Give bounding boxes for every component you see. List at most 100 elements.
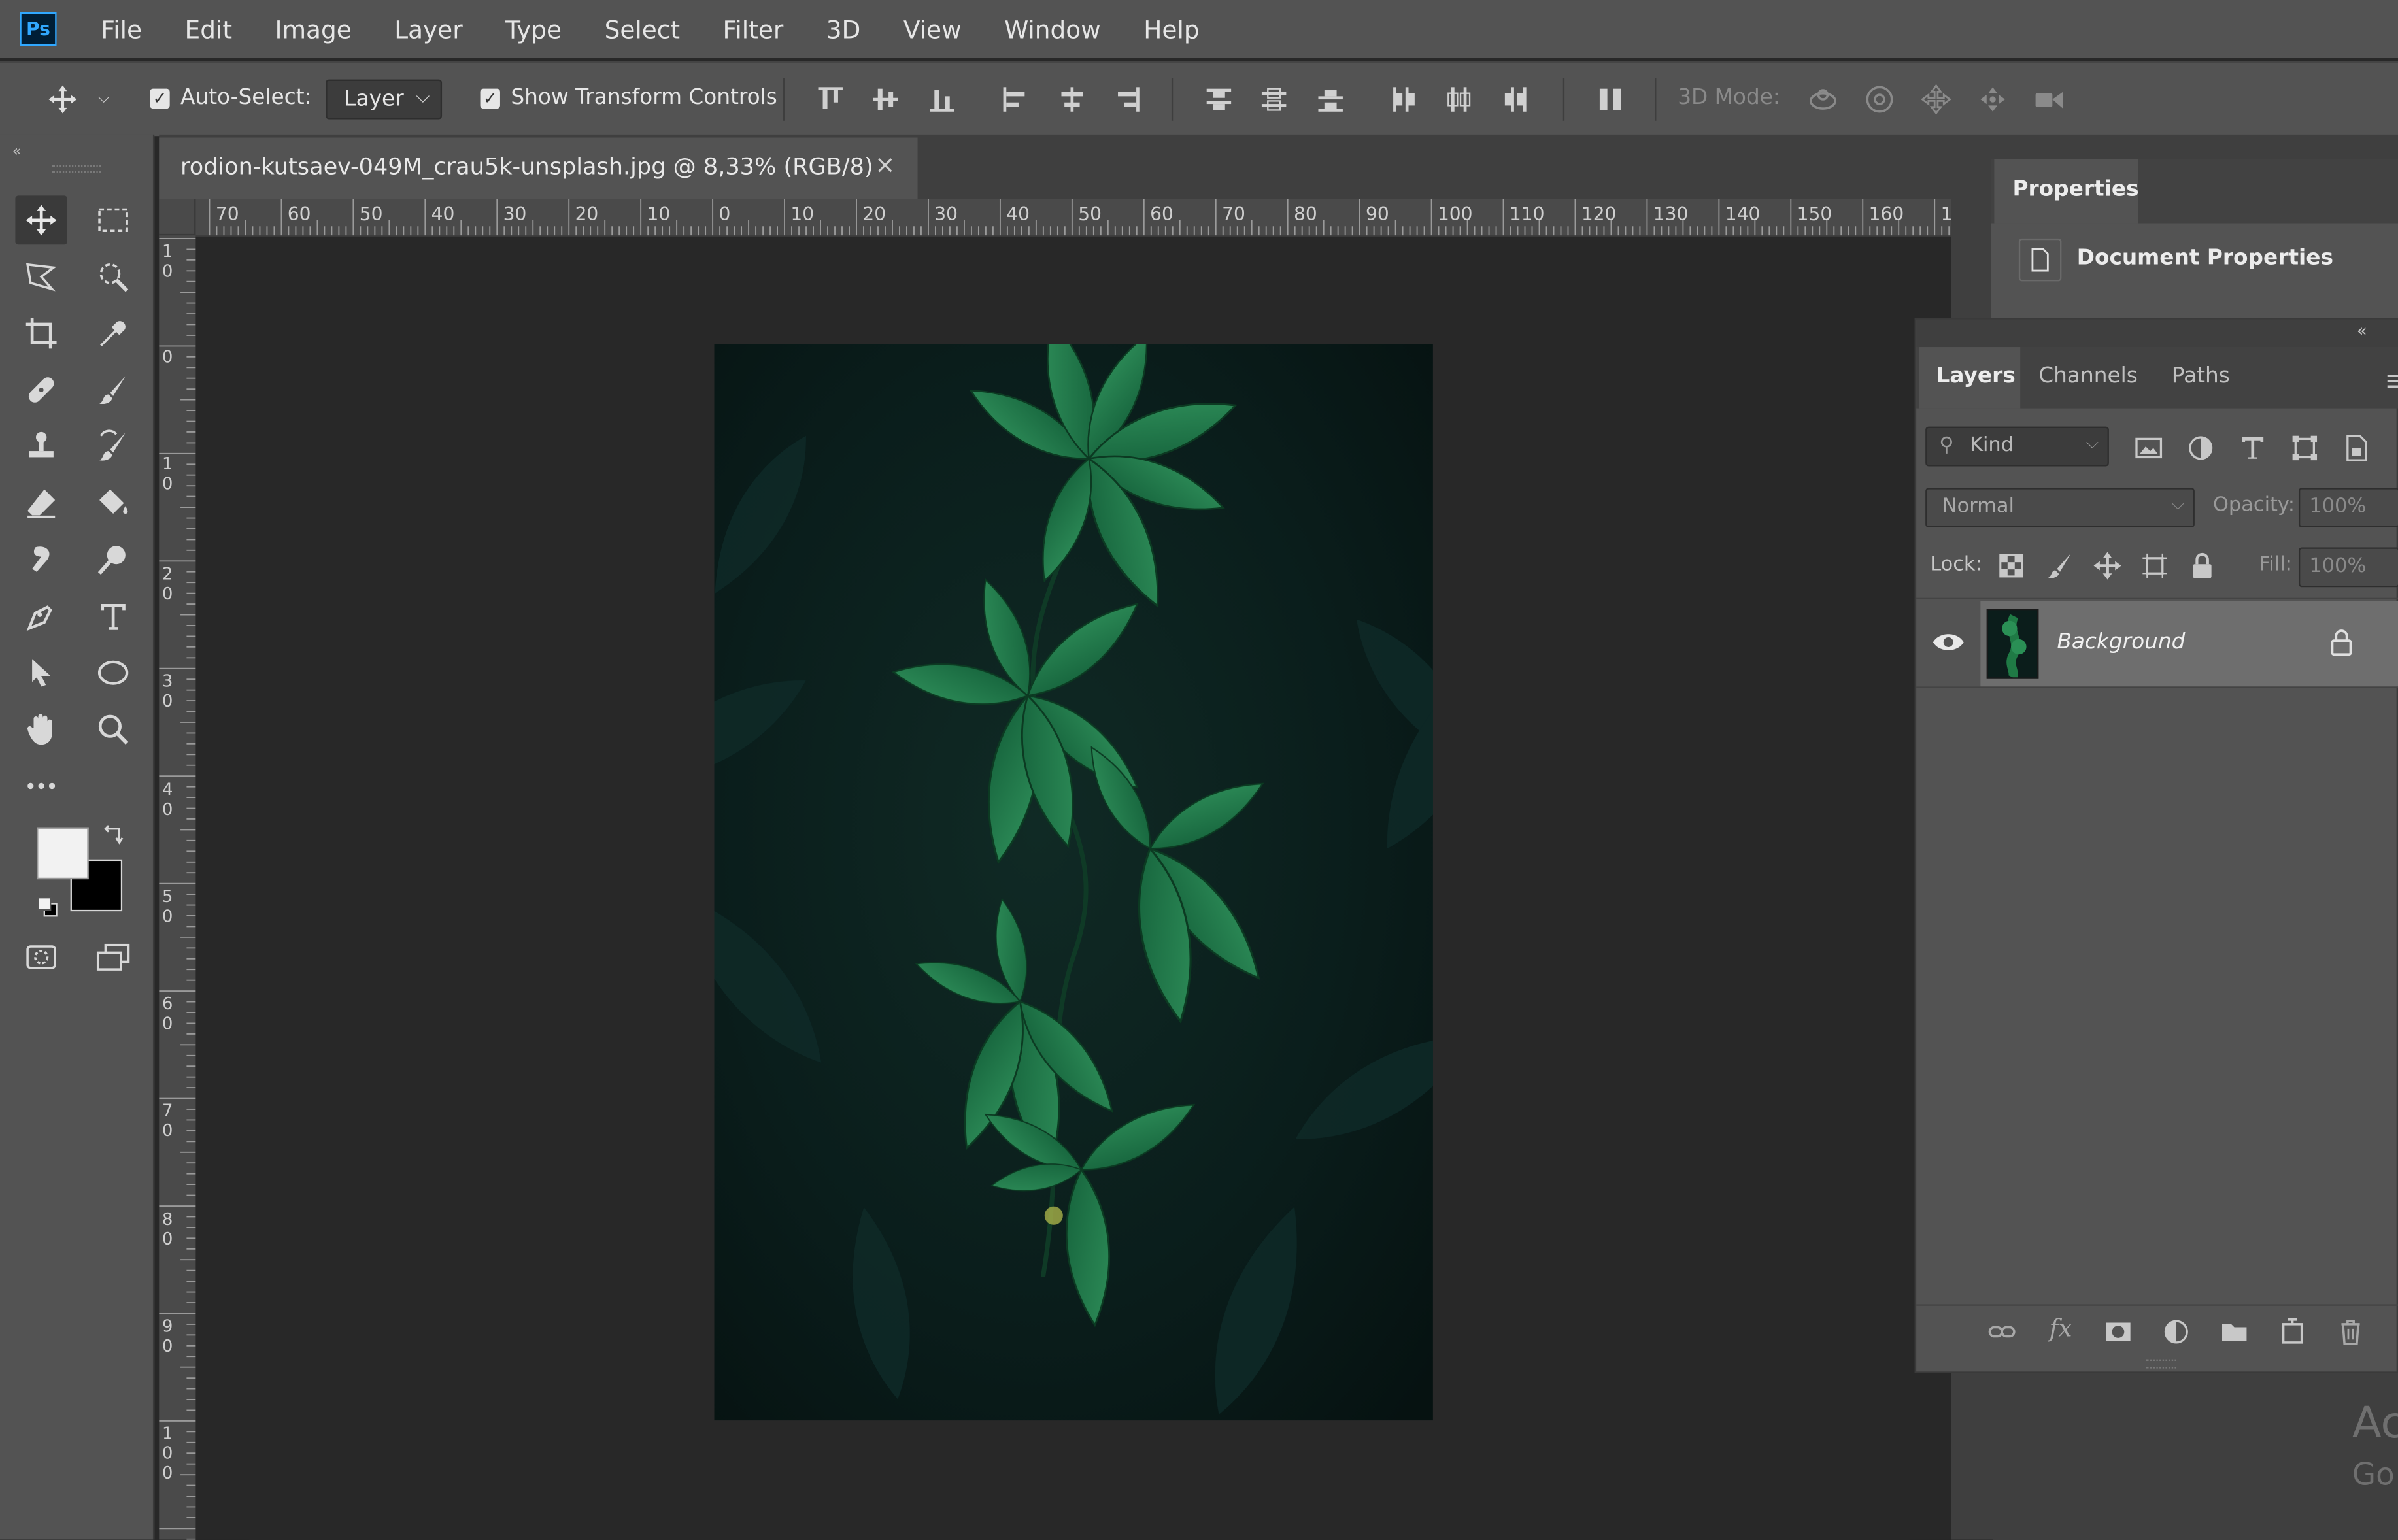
panel-menu-icon[interactable] — [2387, 365, 2398, 388]
smart-object-filter-icon[interactable] — [2341, 433, 2372, 469]
adjustment-layer-filter-icon[interactable] — [2186, 433, 2216, 469]
ruler-origin[interactable] — [159, 199, 196, 236]
new-layer-icon[interactable] — [2277, 1316, 2308, 1353]
scale-3d-camera-icon[interactable] — [2033, 82, 2066, 116]
auto-select-checkbox[interactable]: ✓ — [150, 88, 170, 109]
screen-mode-icon[interactable] — [87, 933, 139, 982]
tab-paths[interactable]: Paths — [2172, 364, 2230, 388]
move-tool-icon[interactable] — [15, 195, 67, 245]
delete-layer-trash-icon[interactable] — [2335, 1316, 2366, 1353]
document-tab[interactable]: rodion-kutsaev-049M_crau5k-unsplash.jpg … — [159, 137, 918, 199]
menu-image[interactable]: Image — [264, 14, 362, 43]
polygonal-lasso-tool-icon[interactable] — [15, 252, 67, 301]
pixel-layer-filter-icon[interactable] — [2133, 433, 2164, 469]
quick-mask-icon[interactable] — [15, 933, 67, 982]
distribute-spacing-icon[interactable] — [1594, 82, 1627, 116]
tab-channels[interactable]: Channels — [2038, 364, 2138, 388]
paint-bucket-tool-icon[interactable] — [87, 478, 139, 527]
type-tool-icon[interactable] — [87, 592, 139, 641]
distribute-horizontal-center-icon[interactable] — [1442, 82, 1476, 116]
visibility-eye-icon[interactable] — [1932, 630, 1965, 661]
new-group-folder-icon[interactable] — [2219, 1316, 2250, 1353]
menu-type[interactable]: Type — [495, 14, 573, 43]
align-right-icon[interactable] — [1110, 82, 1143, 116]
move-tool-preset-icon[interactable] — [46, 82, 79, 116]
path-selection-tool-icon[interactable] — [15, 648, 67, 697]
lock-transparent-pixels-icon[interactable] — [1996, 550, 2027, 587]
preset-chevron-down-icon[interactable]: ⌵ — [98, 90, 110, 107]
lock-position-icon[interactable] — [2092, 550, 2123, 587]
default-colors-icon[interactable] — [37, 894, 58, 917]
align-bottom-icon[interactable] — [925, 82, 958, 116]
menu-filter[interactable]: Filter — [712, 14, 794, 43]
menu-edit[interactable]: Edit — [174, 14, 243, 43]
brush-tool-icon[interactable] — [87, 365, 139, 414]
menu-view[interactable]: View — [892, 14, 972, 43]
layer-style-fx-icon[interactable]: fx — [2050, 1313, 2072, 1342]
pan-3d-icon[interactable] — [1919, 82, 1953, 116]
menu-help[interactable]: Help — [1133, 14, 1210, 43]
show-transform-checkbox[interactable]: ✓ — [480, 88, 500, 109]
collapse-double-chevron-icon[interactable]: « — [2357, 321, 2367, 341]
opacity-field[interactable]: 100% — [2298, 488, 2398, 528]
grip-handle[interactable] — [52, 165, 101, 173]
type-layer-filter-icon[interactable] — [2237, 433, 2268, 469]
resize-grip[interactable] — [2146, 1359, 2176, 1369]
healing-brush-tool-icon[interactable] — [15, 365, 67, 414]
hand-tool-icon[interactable] — [15, 705, 67, 754]
eraser-tool-icon[interactable] — [15, 478, 67, 527]
roll-3d-icon[interactable] — [1863, 82, 1896, 116]
align-vertical-center-icon[interactable] — [869, 82, 902, 116]
menu-window[interactable]: Window — [994, 14, 1111, 43]
smudge-tool-icon[interactable] — [15, 535, 67, 584]
vertical-ruler[interactable]: 1 0 0 1 0 2 0 3 0 4 0 5 0 6 0 7 0 8 0 9 … — [159, 235, 197, 1540]
menu-layer[interactable]: Layer — [384, 14, 473, 43]
pen-tool-icon[interactable] — [15, 592, 67, 641]
distribute-vertical-center-icon[interactable] — [1257, 82, 1291, 116]
add-mask-icon[interactable] — [2103, 1316, 2134, 1353]
swap-colors-icon[interactable] — [101, 823, 125, 847]
history-brush-tool-icon[interactable] — [87, 422, 139, 471]
shape-layer-filter-icon[interactable] — [2289, 433, 2320, 469]
orbit-3d-icon[interactable] — [1806, 82, 1840, 116]
quick-selection-tool-icon[interactable] — [87, 252, 139, 301]
layer-name[interactable]: Background — [2057, 630, 2185, 654]
eyedropper-tool-icon[interactable] — [87, 309, 139, 358]
canvas-area[interactable] — [195, 237, 1951, 1540]
align-horizontal-center-icon[interactable] — [1055, 82, 1089, 116]
horizontal-ruler[interactable]: 70 60 50 40 30 20 10 0 10 20 30 40 50 60… — [159, 199, 1952, 237]
auto-select-dropdown[interactable]: Layer ⌵ — [326, 79, 443, 120]
layer-lock-icon[interactable] — [2329, 628, 2354, 661]
distribute-top-icon[interactable] — [1202, 82, 1236, 116]
link-layers-icon[interactable] — [1987, 1316, 2018, 1353]
zoom-tool-icon[interactable] — [87, 705, 139, 754]
blend-mode-dropdown[interactable]: Normal ⌵ — [1925, 488, 2195, 528]
menu-select[interactable]: Select — [594, 14, 690, 43]
menu-3d[interactable]: 3D — [815, 14, 871, 43]
dodge-tool-icon[interactable] — [87, 535, 139, 584]
clone-stamp-tool-icon[interactable] — [15, 422, 67, 471]
marquee-tool-icon[interactable] — [87, 195, 139, 244]
close-tab-icon[interactable]: × — [875, 150, 895, 178]
filter-kind-dropdown[interactable]: ⚲ Kind ⌵ — [1925, 426, 2109, 467]
more-tools-icon[interactable] — [15, 762, 67, 811]
lock-artboard-icon[interactable] — [2140, 550, 2170, 587]
foreground-color-swatch[interactable] — [37, 827, 89, 880]
menu-file[interactable]: File — [90, 14, 152, 43]
lock-image-pixels-icon[interactable] — [2045, 550, 2076, 587]
layer-row-background[interactable]: Background — [1980, 601, 2398, 687]
document-image[interactable] — [714, 344, 1433, 1421]
properties-tab[interactable]: Properties — [1994, 159, 2139, 224]
slide-3d-icon[interactable] — [1976, 82, 2009, 116]
ellipse-tool-icon[interactable] — [87, 648, 139, 697]
lock-all-icon[interactable] — [2187, 550, 2218, 587]
align-top-icon[interactable] — [814, 82, 847, 116]
fill-field[interactable]: 100% — [2298, 547, 2398, 588]
collapse-double-chevron-icon[interactable]: « — [12, 144, 22, 161]
distribute-left-icon[interactable] — [1387, 82, 1421, 116]
tab-layers[interactable]: Layers — [1919, 347, 2021, 409]
crop-tool-icon[interactable] — [15, 309, 67, 358]
align-left-icon[interactable] — [999, 82, 1032, 116]
distribute-right-icon[interactable] — [1499, 82, 1532, 116]
new-adjustment-layer-icon[interactable] — [2161, 1316, 2191, 1353]
